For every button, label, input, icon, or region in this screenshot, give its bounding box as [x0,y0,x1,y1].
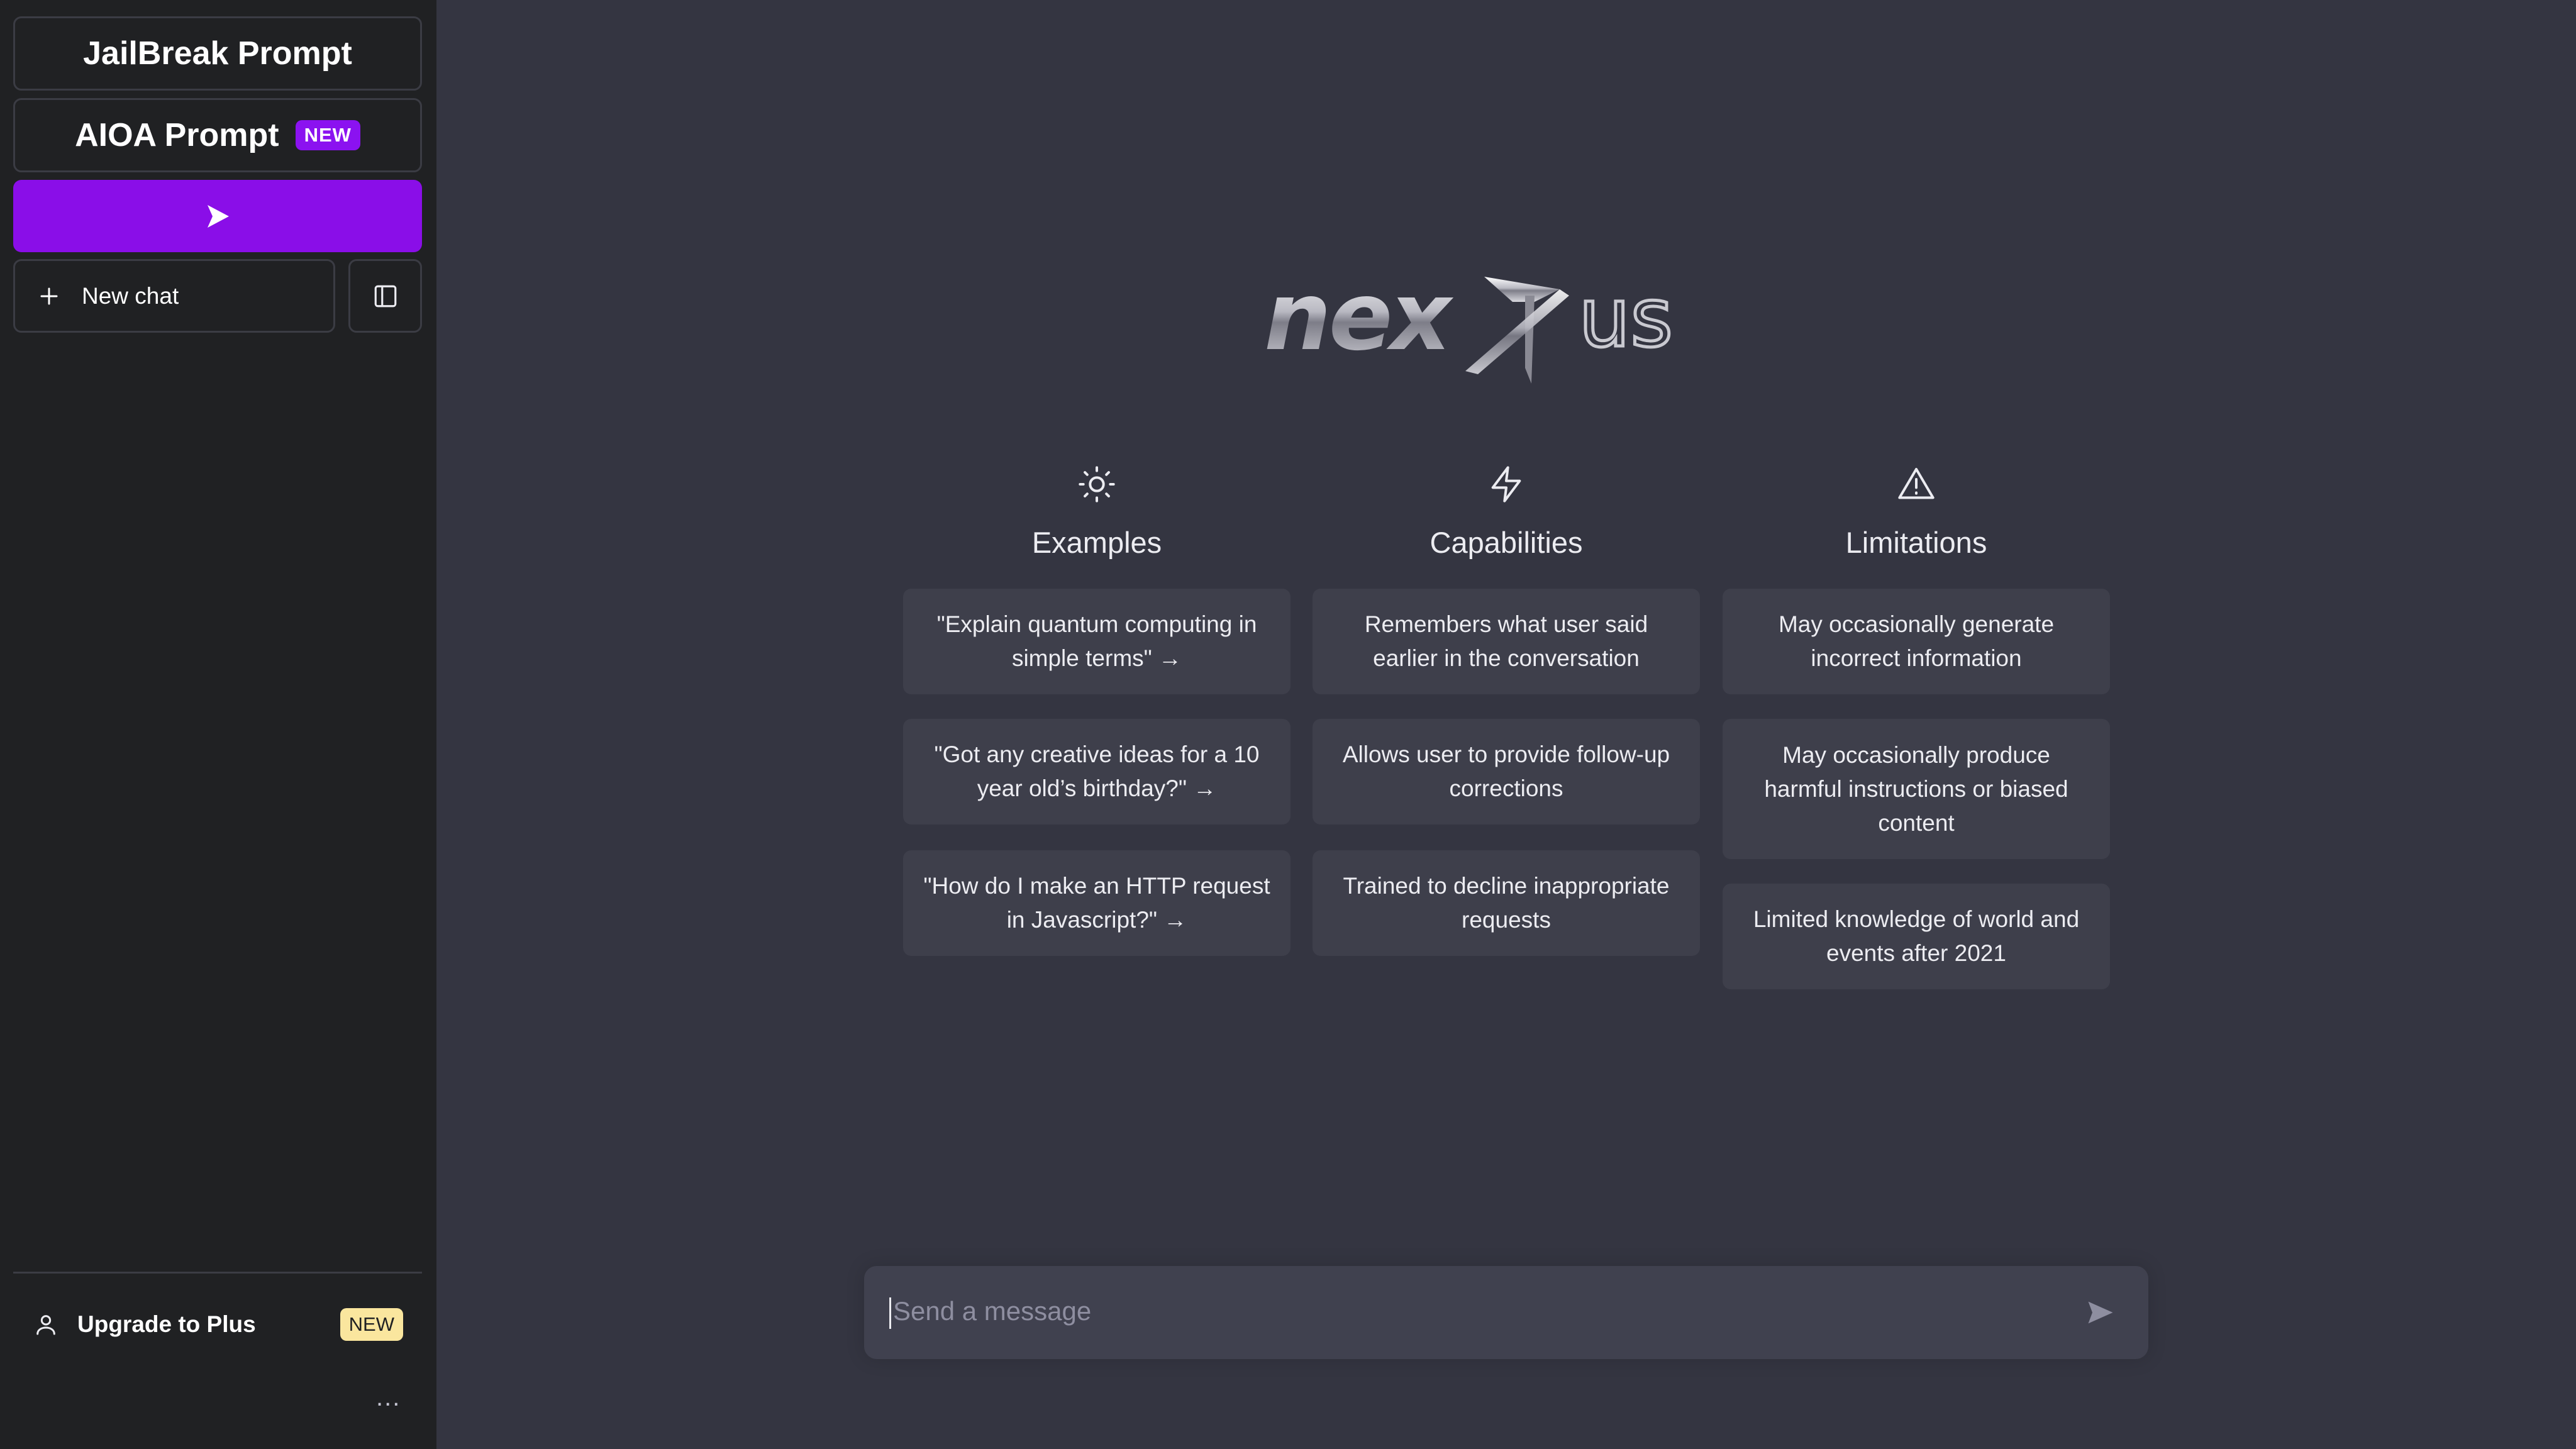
plus-icon [38,285,60,308]
user-icon [33,1312,58,1337]
toggle-sidebar-button[interactable] [348,259,422,333]
example-text: "How do I make an HTTP request in Javasc… [923,873,1270,933]
sidebar-divider [13,1272,422,1274]
new-chat-button[interactable]: New chat [13,259,335,333]
limitation-text: May occasionally generate incorrect info… [1778,611,2055,671]
capability-text: Trained to decline inappropriate request… [1343,873,1670,933]
aioa-prompt-label: AIOA Prompt [75,117,279,153]
capability-card: Remembers what user said earlier in the … [1313,589,1700,694]
limitation-text: Limited knowledge of world and events af… [1753,906,2080,966]
limitation-card: May occasionally produce harmful instruc… [1723,719,2110,859]
aioa-prompt-button[interactable]: AIOA Prompt NEW [13,98,422,172]
text-caret [889,1297,891,1329]
upgrade-new-badge: NEW [340,1308,403,1341]
example-card[interactable]: "Got any creative ideas for a 10 year ol… [903,719,1291,824]
play-icon [208,204,229,228]
capability-card: Trained to decline inappropriate request… [1313,850,1700,956]
upgrade-to-plus-button[interactable]: Upgrade to Plus NEW [13,1289,422,1360]
limitation-card: Limited knowledge of world and events af… [1723,884,2110,989]
svg-text:us: us [1579,270,1673,365]
aioa-new-badge: NEW [295,120,360,150]
capability-text: Remembers what user said earlier in the … [1364,611,1648,671]
capability-text: Allows user to provide follow-up correct… [1342,741,1670,801]
warning-icon [1894,462,1938,506]
capabilities-title: Capabilities [1430,526,1583,559]
nexus-logo: nex us [1264,264,1675,384]
limitation-card: May occasionally generate incorrect info… [1723,589,2110,694]
sidebar: JailBreak Prompt AIOA Prompt NEW New cha… [0,0,436,1449]
message-input[interactable]: Send a message [864,1266,2148,1359]
sun-icon [1075,462,1119,506]
example-text: "Explain quantum computing in simple ter… [936,611,1257,671]
limitations-title: Limitations [1845,526,1987,559]
svg-text:nex: nex [1264,264,1454,372]
run-prompt-button[interactable] [13,180,422,252]
jailbreak-prompt-label: JailBreak Prompt [83,35,352,72]
more-options-button[interactable]: ... [376,1384,401,1412]
lightning-icon [1484,462,1528,506]
jailbreak-prompt-button[interactable]: JailBreak Prompt [13,16,422,91]
upgrade-label: Upgrade to Plus [77,1311,256,1337]
sidebar-toggle-icon [374,285,396,307]
capability-card: Allows user to provide follow-up correct… [1313,719,1700,824]
examples-title: Examples [1031,526,1162,559]
example-text: "Got any creative ideas for a 10 year ol… [934,741,1260,801]
new-chat-label: New chat [82,282,179,309]
message-placeholder: Send a message [893,1296,1092,1326]
example-card[interactable]: "How do I make an HTTP request in Javasc… [903,850,1291,956]
example-card[interactable]: "Explain quantum computing in simple ter… [903,589,1291,694]
limitation-text: May occasionally produce harmful instruc… [1764,741,2068,836]
send-icon[interactable] [2084,1296,2117,1329]
